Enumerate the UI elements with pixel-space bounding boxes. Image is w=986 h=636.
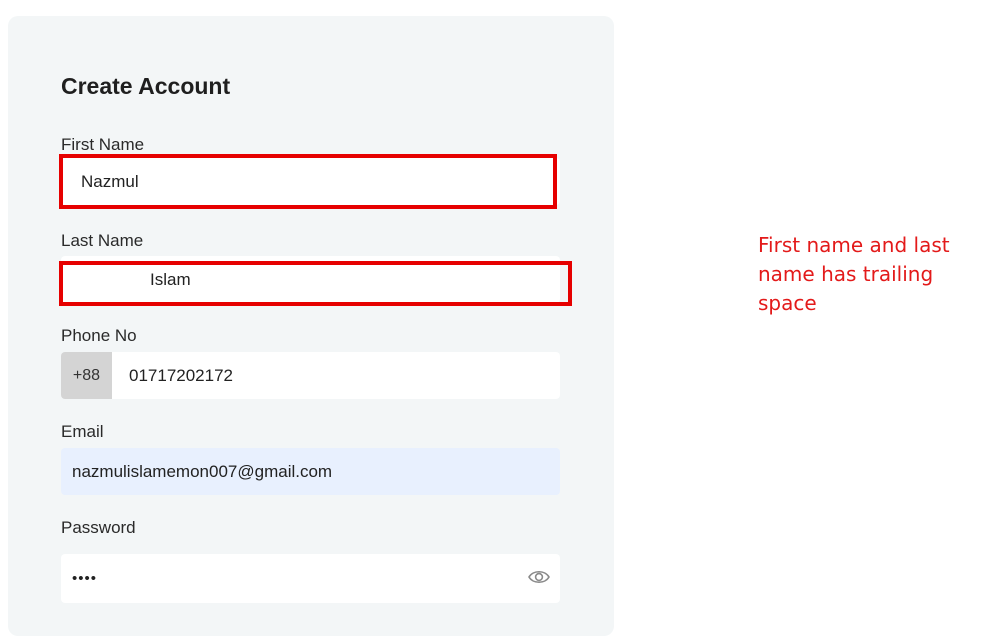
email-value: nazmulislamemon007@gmail.com [72, 461, 333, 481]
email-label: Email [61, 422, 104, 441]
password-field[interactable]: •••• [61, 554, 560, 603]
email-field[interactable]: nazmulislamemon007@gmail.com [61, 448, 560, 495]
phone-value: 01717202172 [129, 365, 234, 385]
phone-label: Phone No [61, 326, 137, 345]
annotation-note: First name and last name has trailing sp… [758, 233, 950, 315]
country-code-prefix: +88 [61, 352, 112, 399]
last-name-label: Last Name [61, 231, 144, 250]
last-name-highlight-box [59, 261, 572, 306]
phone-field[interactable]: +88 01717202172 [61, 352, 560, 399]
password-value: •••• [72, 570, 98, 587]
page-title: Create Account [61, 73, 231, 99]
password-label: Password [61, 518, 136, 537]
eye-icon[interactable] [528, 568, 550, 586]
first-name-highlight-box [59, 154, 557, 209]
first-name-label: First Name [61, 135, 145, 154]
